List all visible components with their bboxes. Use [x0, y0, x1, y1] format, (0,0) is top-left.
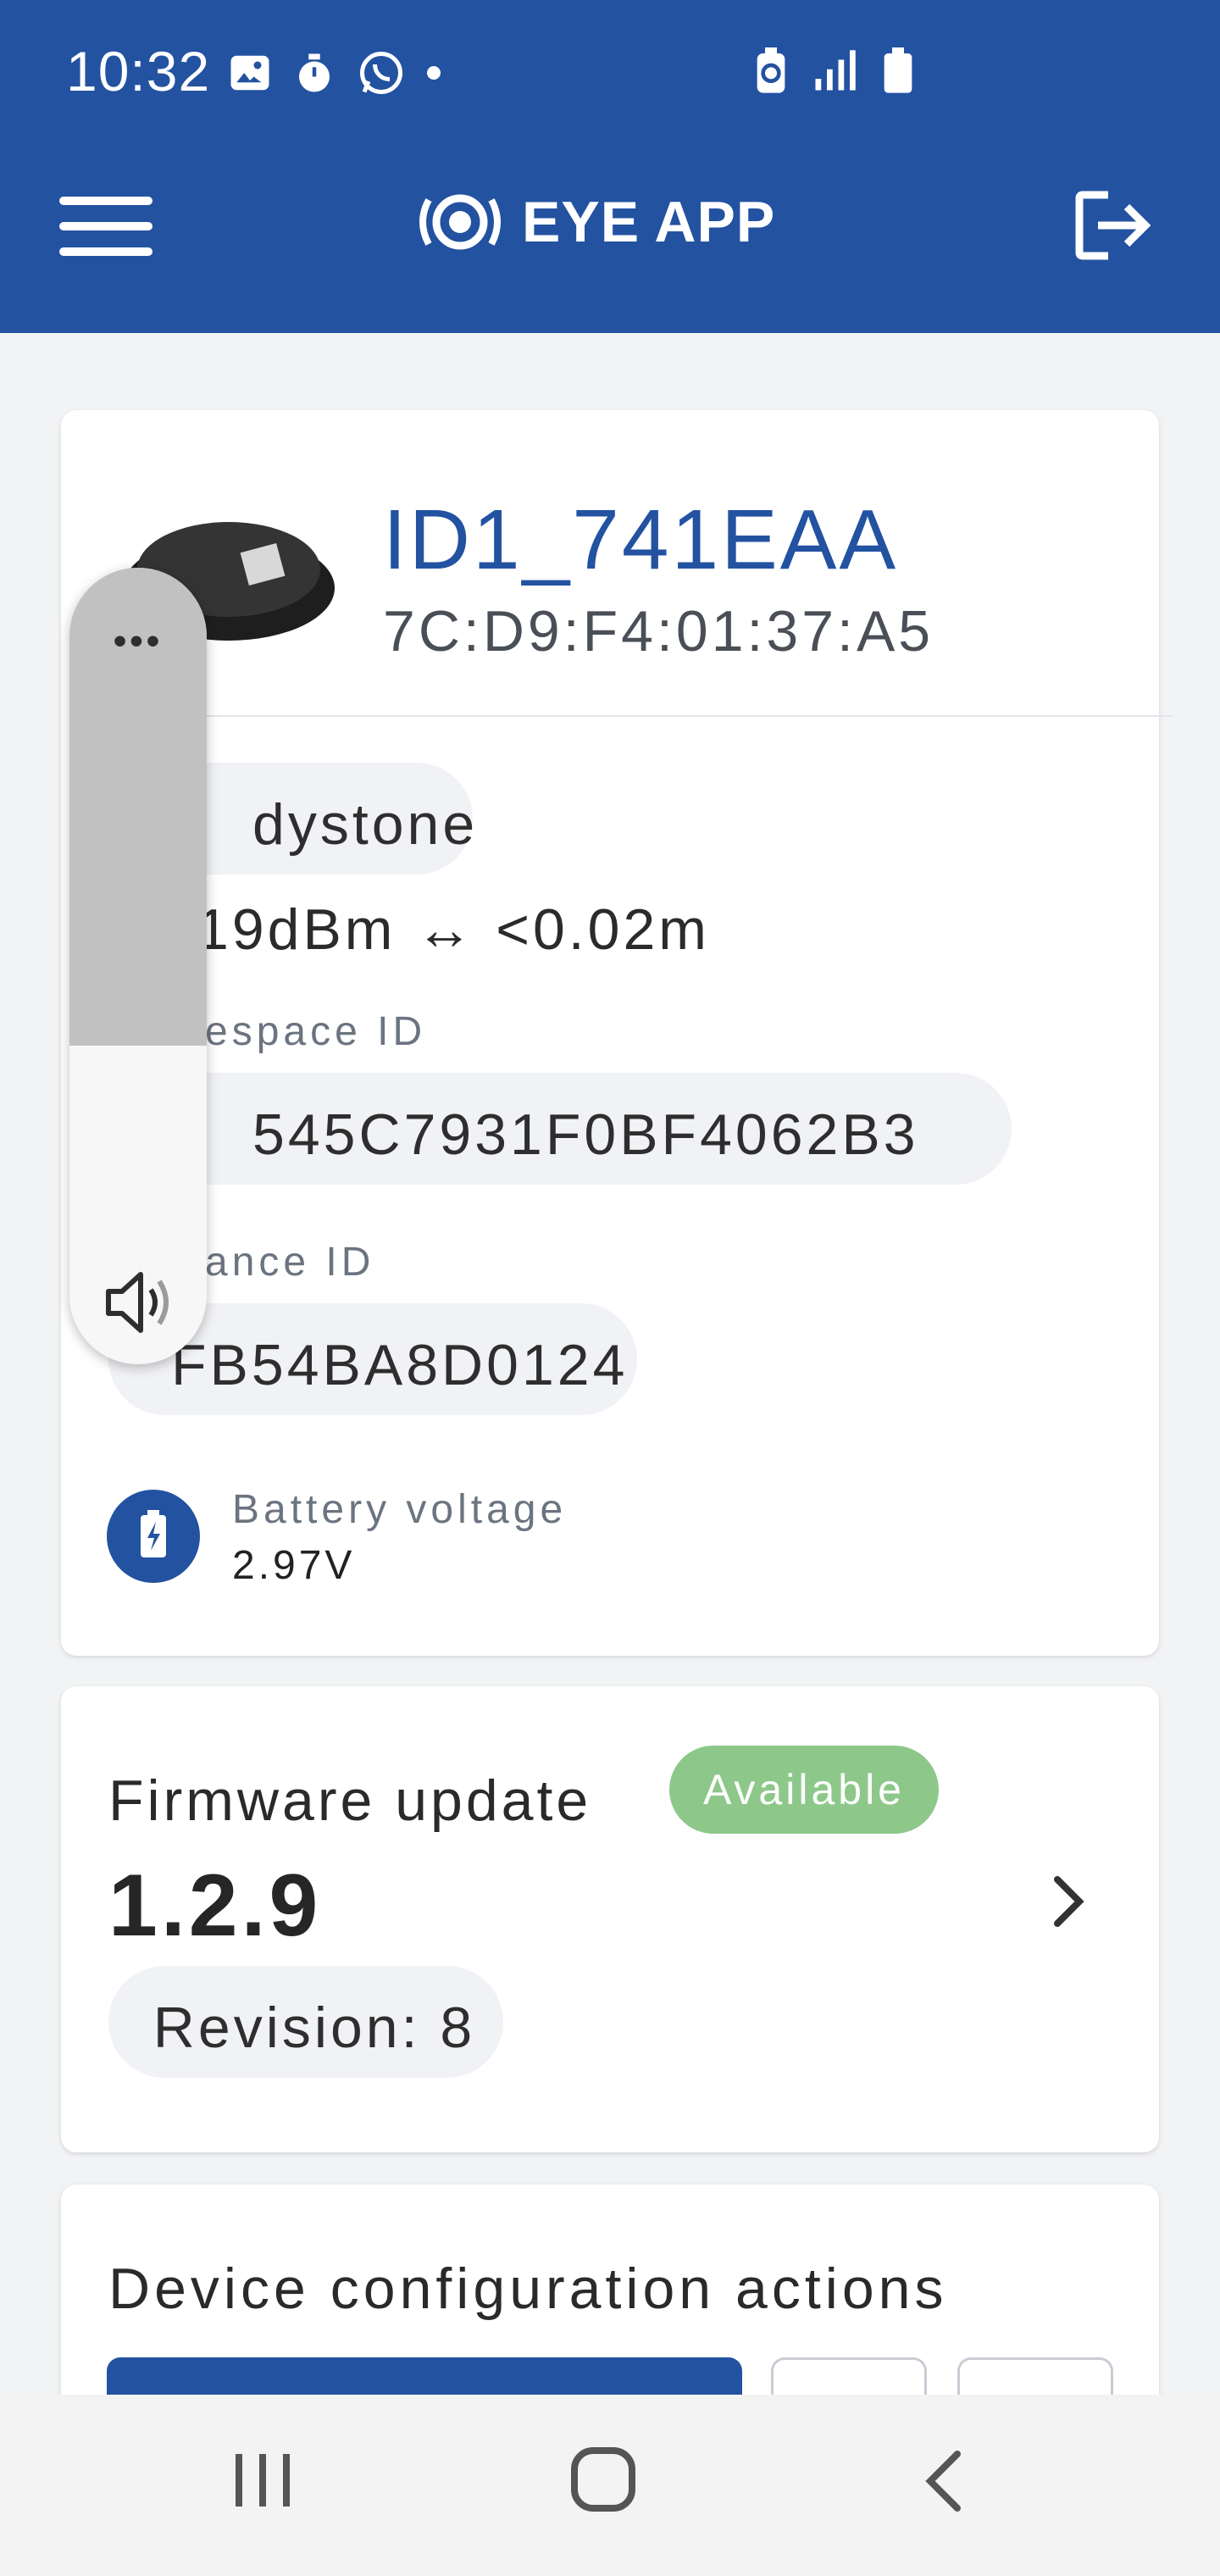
speaker-icon[interactable]	[102, 1264, 178, 1341]
tx-power-text: 19dBm ↔ <0.02m	[197, 897, 710, 962]
config-actions-title: Device configuration actions	[108, 2257, 948, 2321]
revision-chip: Revision: 8	[108, 1966, 503, 2078]
battery-voltage-value: 2.97V	[232, 1543, 356, 1588]
logout-icon[interactable]	[1074, 190, 1151, 261]
app-title: EYE APP	[522, 190, 776, 254]
device-mac-address: 7C:D9:F4:01:37:A5	[383, 599, 934, 663]
whatsapp-icon	[360, 52, 402, 94]
timer-icon	[299, 53, 330, 92]
divider	[164, 715, 1173, 717]
battery-icon	[884, 47, 912, 93]
namespace-id-chip: 545C7931F0BF4062B3	[108, 1073, 1012, 1185]
status-right-icons	[754, 47, 915, 95]
image-icon	[230, 55, 269, 91]
device-name: ID1_741EAA	[383, 492, 899, 587]
eye-logo-icon	[419, 194, 501, 250]
battery-status-icon	[107, 1490, 200, 1583]
status-bar: 10:32	[0, 0, 1220, 144]
back-icon[interactable]	[922, 2449, 964, 2513]
hamburger-icon	[59, 197, 152, 205]
battery-voltage-label: Battery voltage	[232, 1487, 568, 1532]
status-left-icons	[227, 47, 442, 98]
chevron-right-icon[interactable]	[1045, 1871, 1091, 1932]
firmware-version: 1.2.9	[108, 1857, 322, 1955]
dot-icon	[427, 66, 441, 80]
recent-apps-icon[interactable]	[234, 2451, 293, 2510]
namespace-id-label: espace ID	[205, 1009, 427, 1054]
app-header: 10:32 EYE APP	[0, 0, 1220, 333]
firmware-title: Firmware update	[108, 1768, 592, 1833]
device-card: ID1_741EAA 7C:D9:F4:01:37:A5 dystone 19d…	[61, 410, 1173, 1656]
battery-bolt-icon	[141, 1510, 166, 1557]
battery-saver-icon	[757, 47, 785, 93]
menu-button[interactable]	[59, 192, 152, 263]
signal-icon	[815, 50, 856, 91]
hamburger-line	[59, 247, 152, 256]
volume-panel[interactable]: •••	[69, 568, 207, 1364]
app-brand: EYE APP	[413, 188, 775, 256]
hamburger-line	[59, 222, 152, 230]
status-time: 10:32	[66, 40, 211, 103]
status-badge: Available	[669, 1746, 939, 1834]
instance-id-label: ance ID	[205, 1240, 375, 1285]
firmware-update-card[interactable]: Firmware update Available 1.2.9 Revision…	[61, 1686, 1159, 2152]
volume-more-options[interactable]: •••	[69, 620, 207, 663]
home-icon[interactable]	[569, 2446, 637, 2513]
